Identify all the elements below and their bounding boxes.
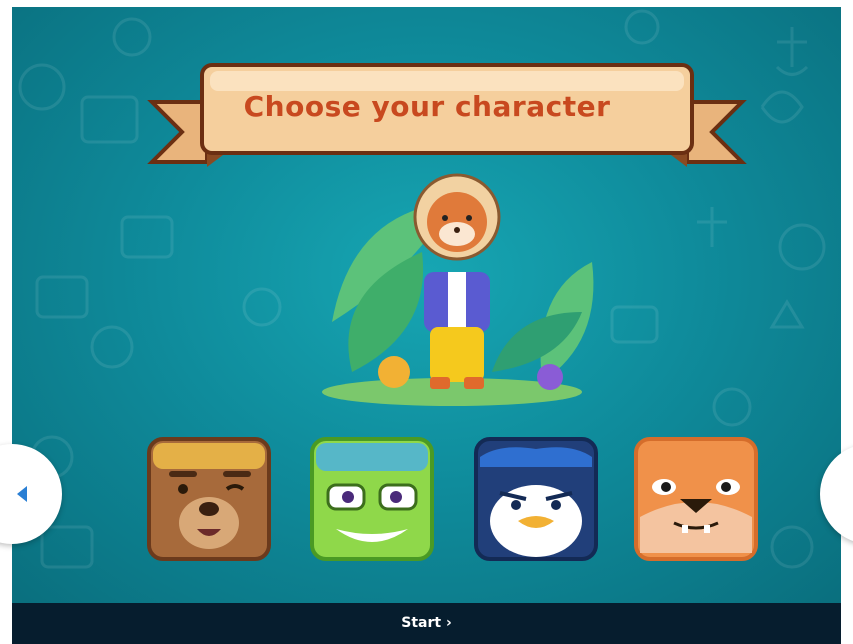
character-card-bear[interactable] bbox=[147, 437, 271, 561]
character-card-crocodile[interactable] bbox=[310, 437, 434, 561]
character-select-scene: Choose your character bbox=[12, 7, 841, 603]
selected-character-fox-astronaut bbox=[322, 173, 594, 406]
footer-bar: Start › bbox=[12, 603, 841, 644]
page-title: Choose your character bbox=[243, 90, 611, 123]
start-button[interactable]: Start › bbox=[12, 603, 841, 644]
fox-character bbox=[413, 173, 501, 389]
game-screen: Choose your character Start › bbox=[0, 0, 853, 644]
chevron-left-icon bbox=[17, 486, 27, 502]
character-card-dog[interactable] bbox=[634, 437, 758, 561]
character-card-penguin[interactable] bbox=[474, 437, 598, 561]
